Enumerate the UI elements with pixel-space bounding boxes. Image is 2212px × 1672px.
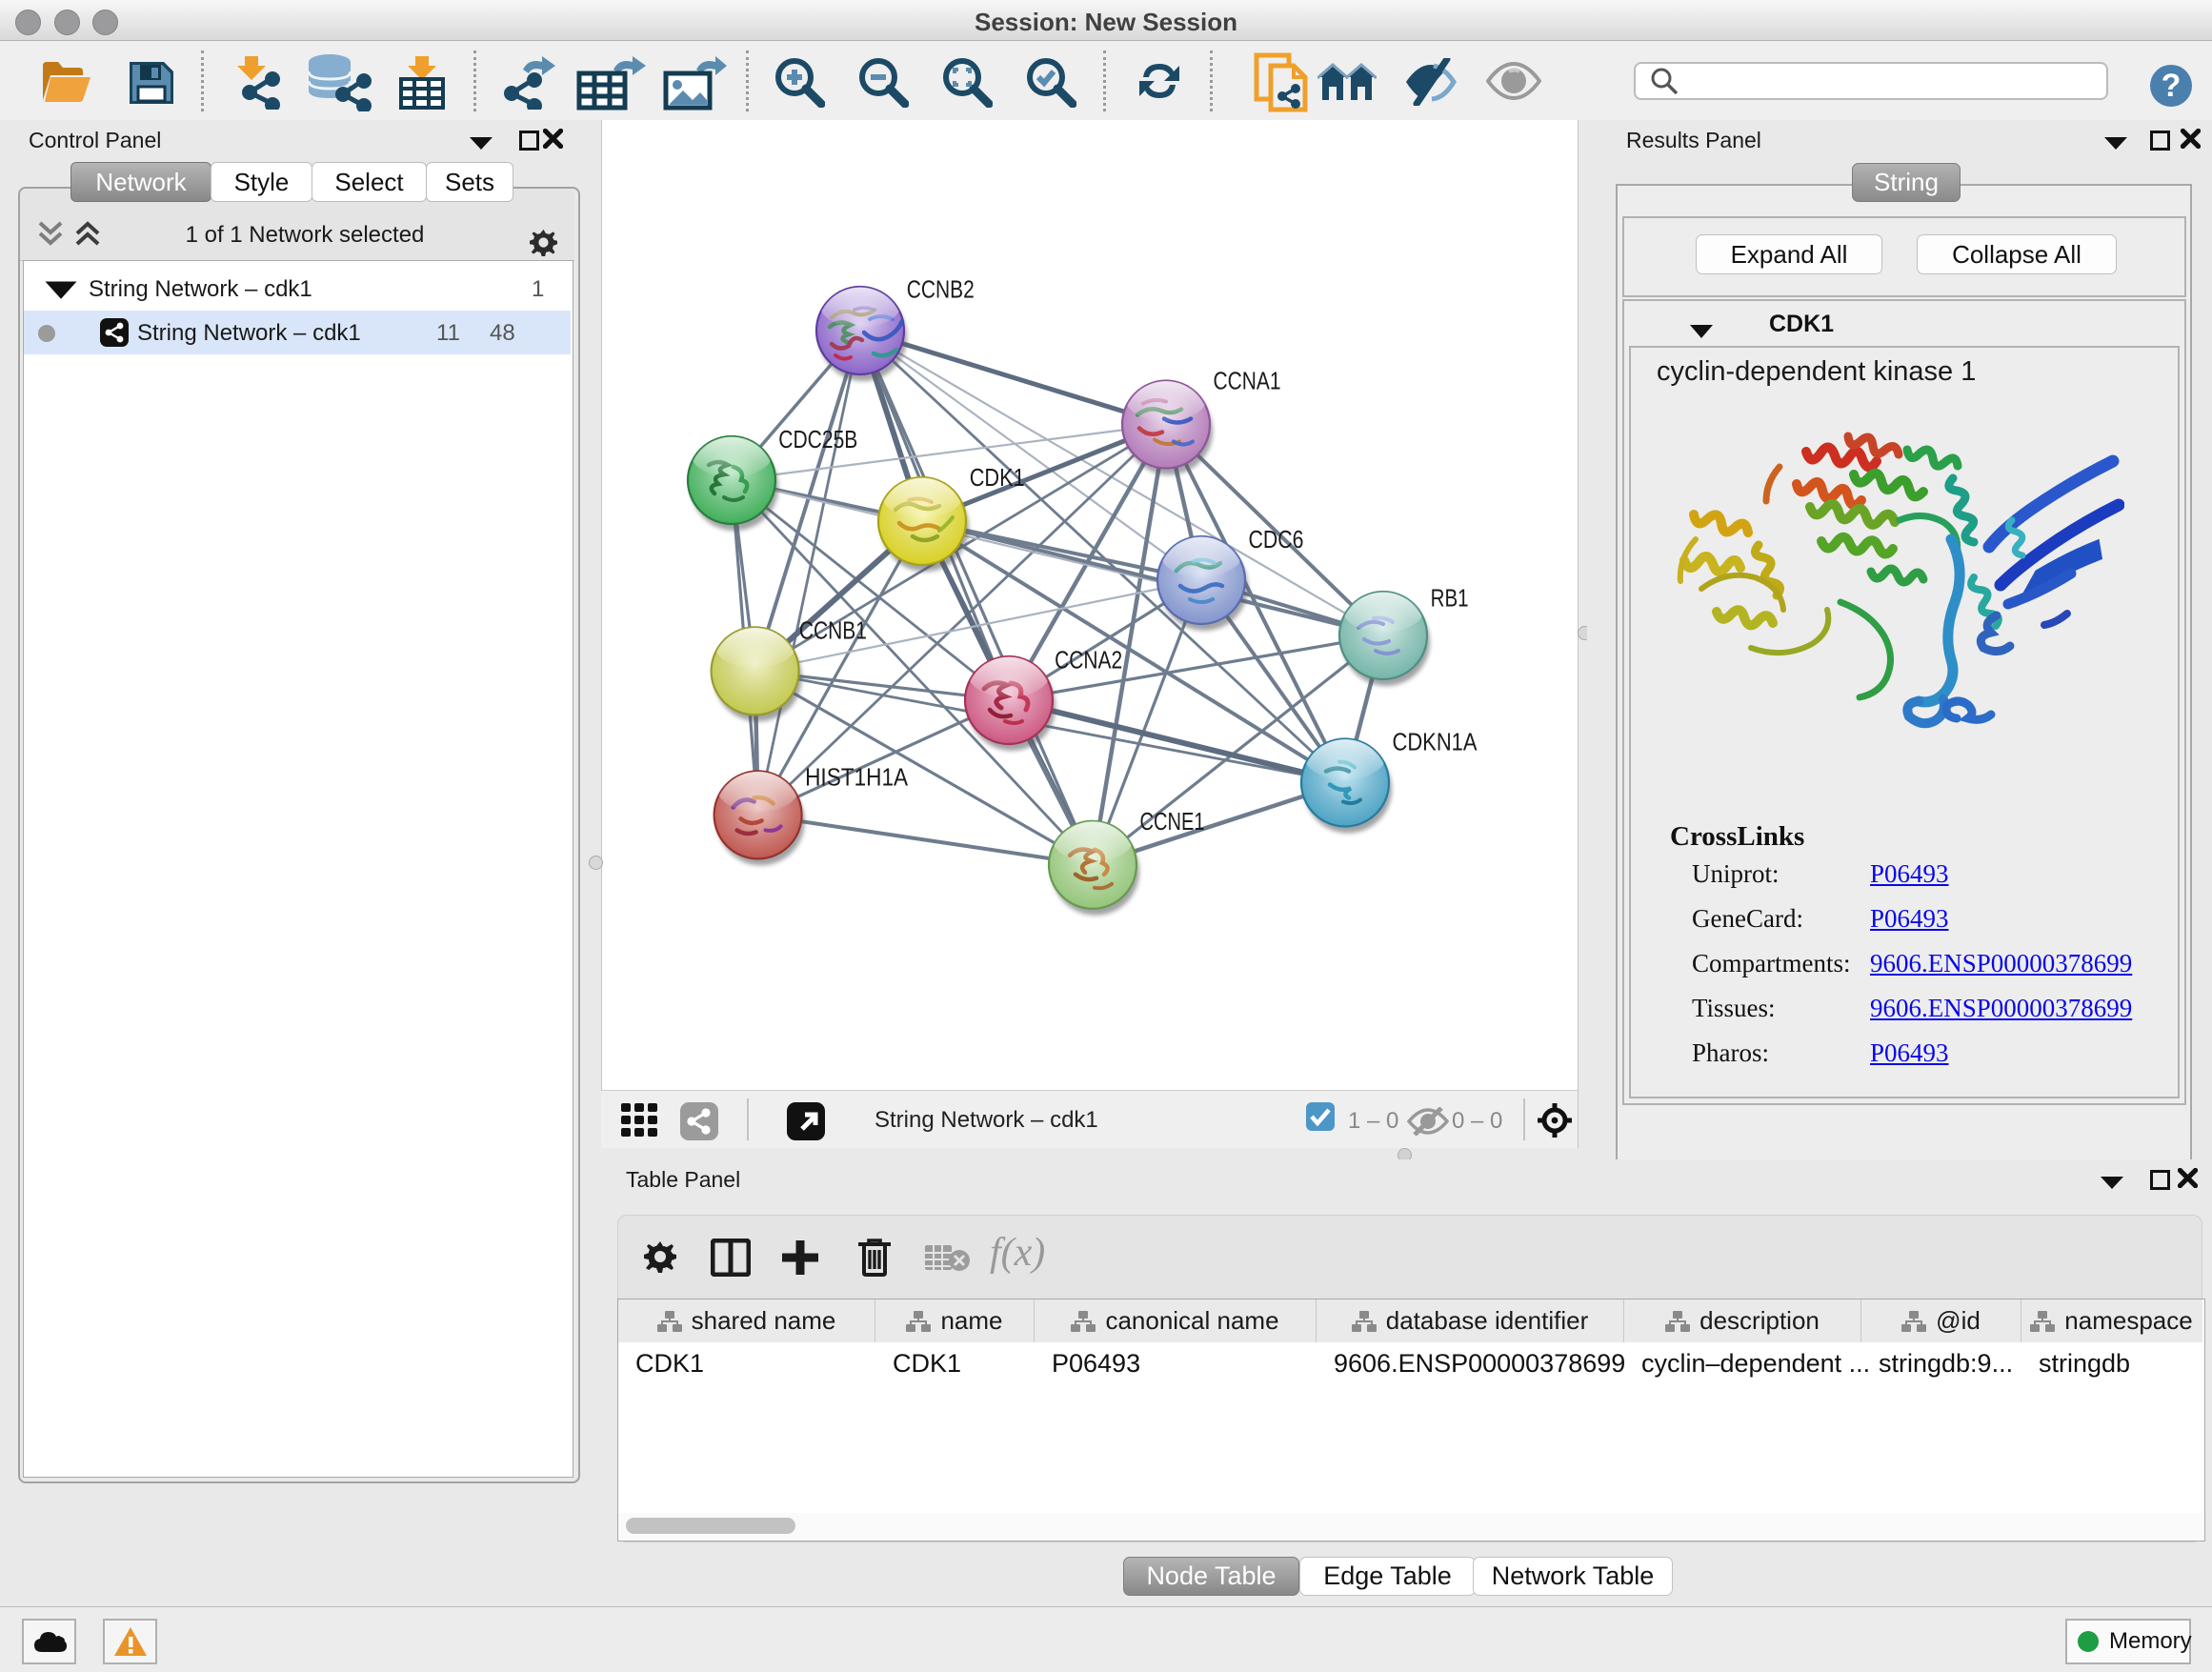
svg-text:CCNE1: CCNE1: [1140, 807, 1205, 836]
svg-text:RB1: RB1: [1431, 584, 1469, 613]
svg-text:CCNA1: CCNA1: [1214, 367, 1281, 395]
svg-text:CDK1: CDK1: [970, 463, 1025, 492]
svg-text:CCNA2: CCNA2: [1055, 645, 1122, 674]
svg-text:CDC25B: CDC25B: [778, 425, 857, 453]
svg-text:HIST1H1A: HIST1H1A: [805, 763, 909, 792]
svg-text:?: ?: [2162, 68, 2182, 104]
svg-text:CDKN1A: CDKN1A: [1393, 728, 1478, 756]
svg-text:CCNB1: CCNB1: [799, 616, 867, 645]
svg-text:CDC6: CDC6: [1249, 525, 1304, 554]
svg-text:CCNB2: CCNB2: [907, 275, 975, 304]
